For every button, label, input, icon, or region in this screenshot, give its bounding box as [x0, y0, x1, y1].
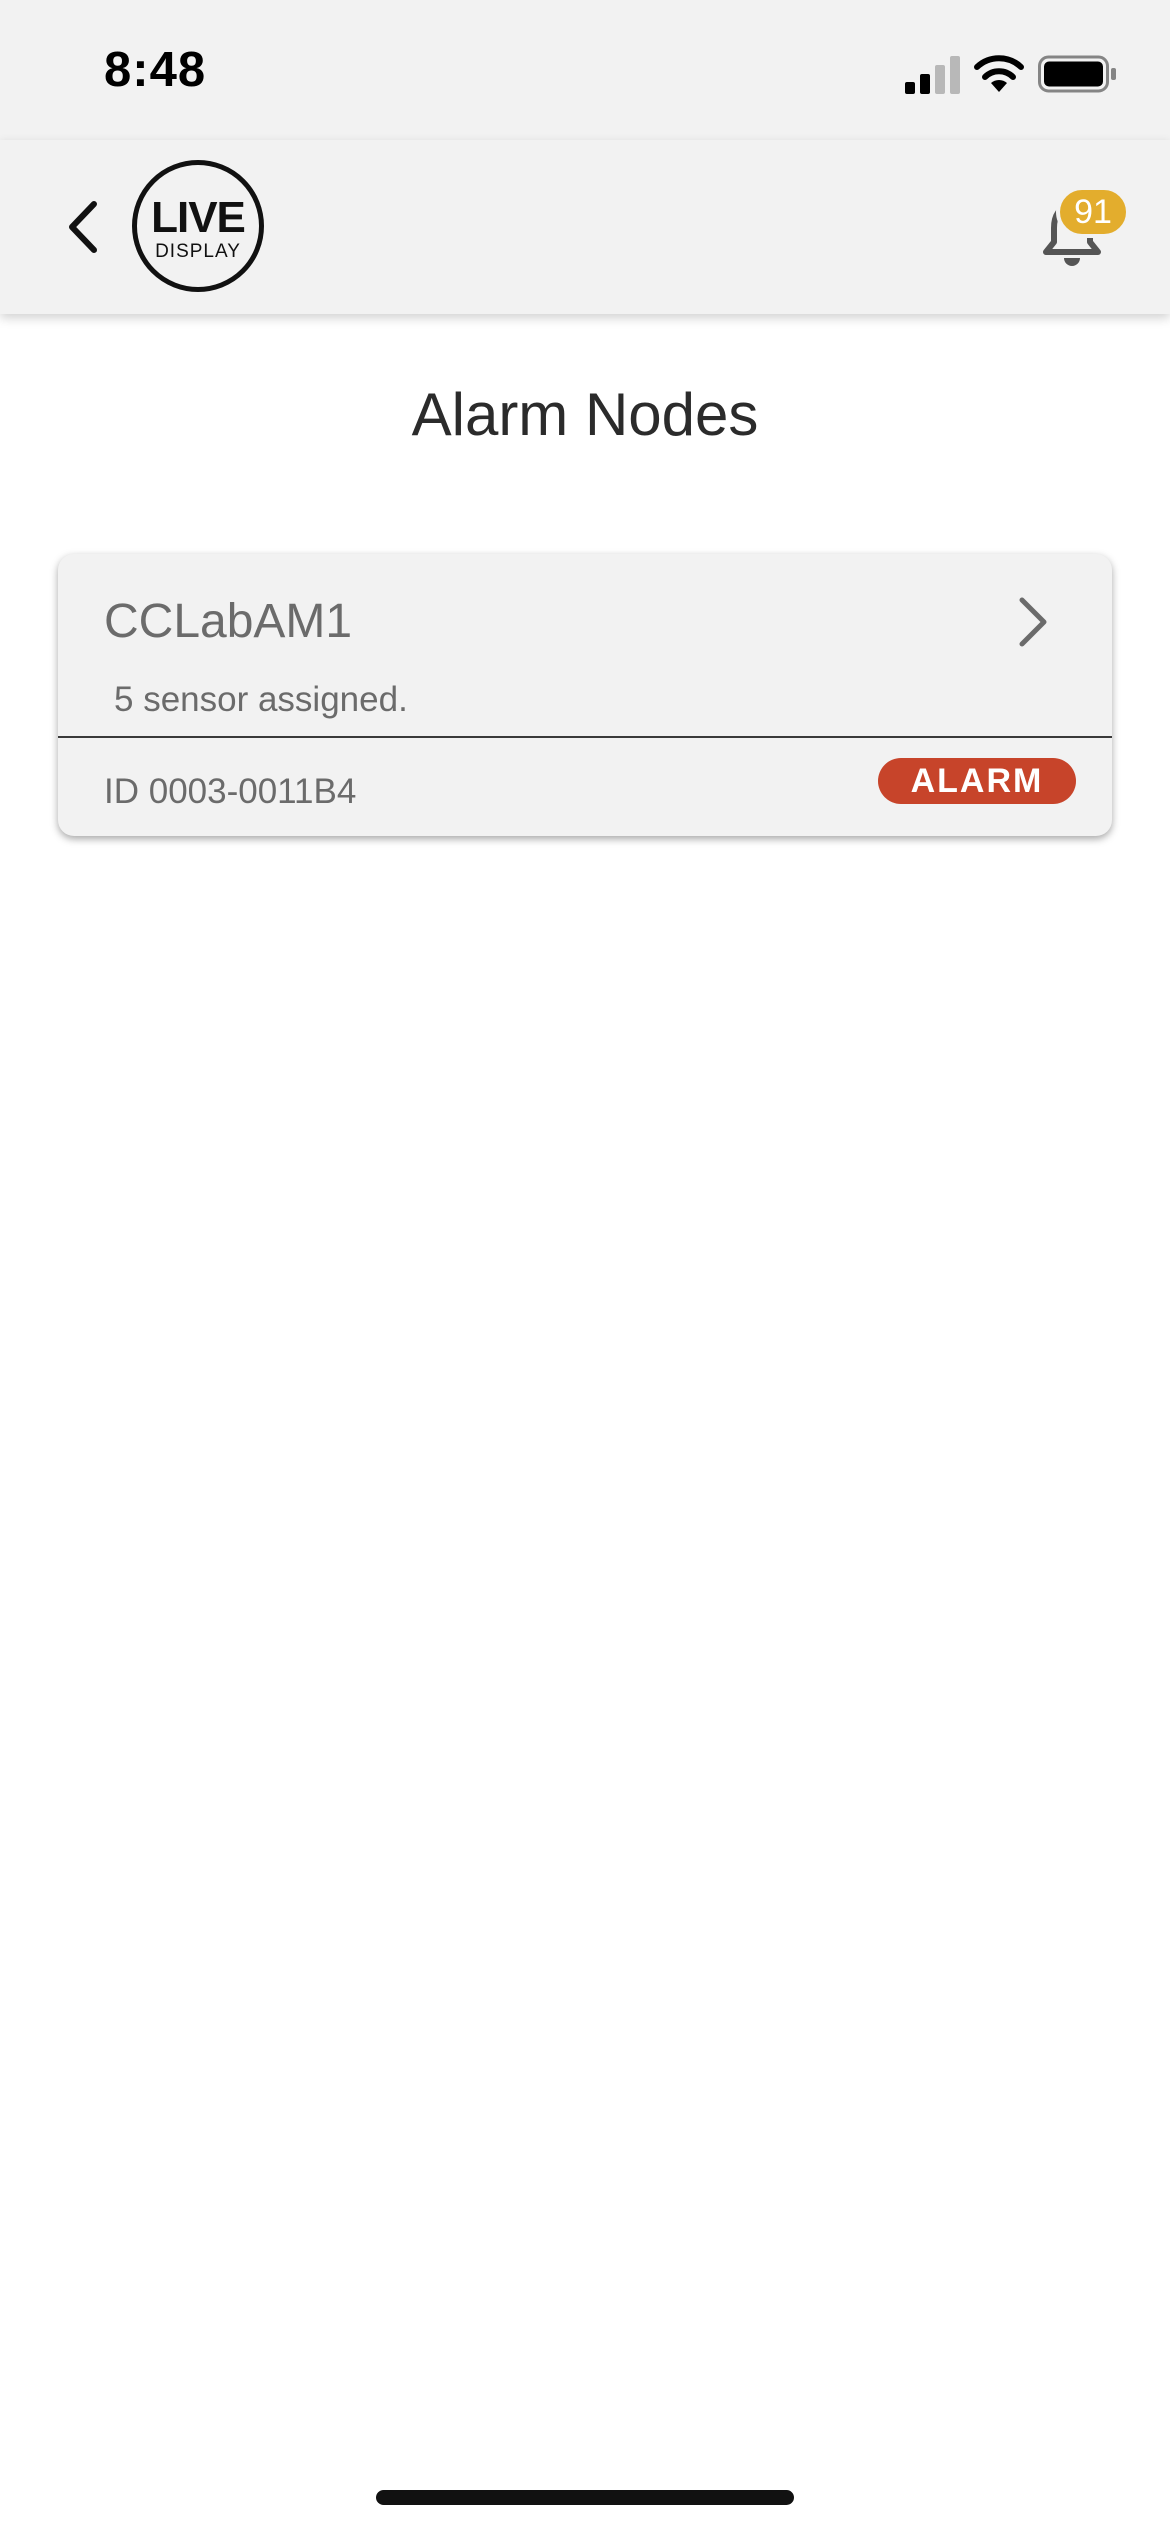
back-button[interactable]: [56, 192, 112, 262]
nav-bar: LIVE DISPLAY 91: [0, 140, 1170, 314]
status-time: 8:48: [104, 43, 207, 97]
live-display-logo: LIVE DISPLAY: [132, 160, 264, 292]
chevron-right-icon: [1019, 597, 1047, 647]
notifications-button[interactable]: 91: [1032, 186, 1130, 286]
status-bar: 8:48: [0, 0, 1170, 140]
node-sensor-count: 5 sensor assigned.: [114, 680, 408, 719]
node-id: ID 0003-0011B4: [104, 772, 357, 811]
card-divider: [58, 736, 1112, 738]
home-indicator[interactable]: [376, 2490, 794, 2505]
logo-text-display: DISPLAY: [155, 241, 241, 262]
alarm-node-card[interactable]: CCLabAM1 5 sensor assigned. ID 0003-0011…: [58, 554, 1112, 836]
page-title: Alarm Nodes: [411, 381, 759, 448]
wifi-icon: [974, 55, 1024, 92]
cellular-signal-icon: [905, 56, 960, 94]
alarm-status-badge: ALARM: [878, 758, 1076, 804]
notification-count-badge: 91: [1056, 186, 1130, 238]
battery-icon: [1038, 55, 1116, 93]
logo-text-live: LIVE: [151, 193, 246, 242]
node-name: CCLabAM1: [104, 595, 353, 648]
